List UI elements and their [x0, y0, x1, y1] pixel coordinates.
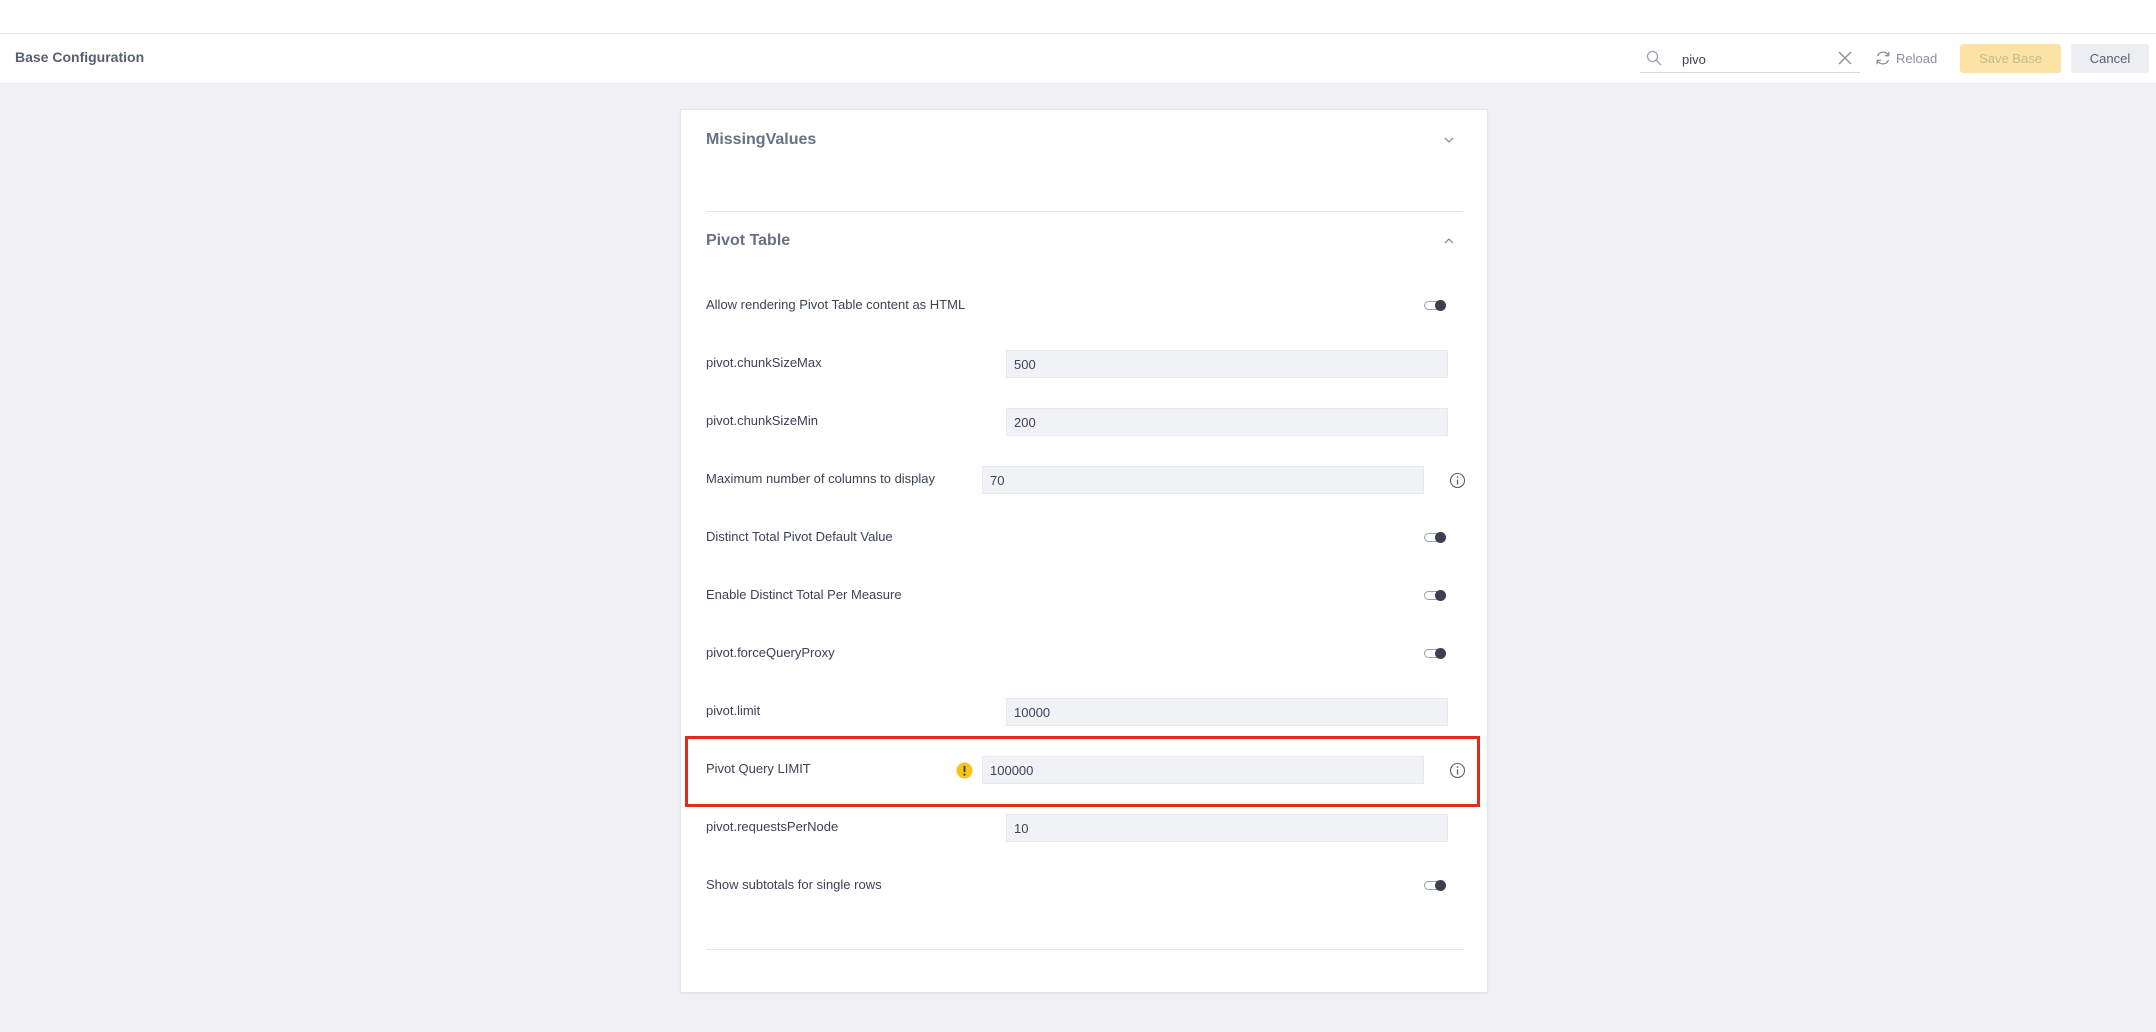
setting-label: Enable Distinct Total Per Measure	[706, 587, 902, 602]
section-header-missing-values[interactable]: MissingValues	[706, 125, 1463, 155]
max-columns-input[interactable]	[982, 466, 1424, 494]
cancel-button[interactable]: Cancel	[2071, 44, 2149, 73]
setting-label: pivot.limit	[706, 703, 761, 718]
section-header-pivot-table[interactable]: Pivot Table	[706, 226, 1463, 256]
setting-row: pivot.chunkSizeMin	[706, 402, 1463, 442]
setting-row: pivot.limit	[706, 692, 1463, 732]
setting-label: Allow rendering Pivot Table content as H…	[706, 297, 966, 312]
chunk-size-max-input[interactable]	[1006, 350, 1448, 378]
setting-row: Maximum number of columns to display	[706, 460, 1466, 500]
setting-row: pivot.chunkSizeMax	[706, 344, 1463, 384]
reload-button[interactable]: Reload	[1874, 46, 1937, 70]
chunk-size-min-input[interactable]	[1006, 408, 1448, 436]
setting-row: pivot.forceQueryProxy	[706, 634, 1463, 674]
reload-label: Reload	[1896, 50, 1938, 66]
requests-per-node-input[interactable]	[1006, 814, 1448, 842]
search-icon	[1646, 50, 1662, 66]
top-strip	[0, 0, 2156, 34]
chevron-down-icon[interactable]	[1443, 134, 1455, 146]
section-title: MissingValues	[706, 131, 817, 148]
section-title: Pivot Table	[706, 232, 791, 249]
setting-label: pivot.requestsPerNode	[706, 819, 839, 834]
info-icon[interactable]	[1449, 762, 1466, 779]
toggle-switch[interactable]	[1424, 300, 1446, 311]
setting-label: Show subtotals for single rows	[706, 877, 882, 892]
save-base-button[interactable]: Save Base	[1960, 44, 2061, 73]
setting-row: Allow rendering Pivot Table content as H…	[706, 286, 1463, 326]
section-divider	[706, 211, 1463, 212]
setting-label: Pivot Query LIMIT	[706, 761, 811, 776]
setting-row: Enable Distinct Total Per Measure	[706, 576, 1463, 616]
toggle-switch[interactable]	[1424, 880, 1446, 891]
info-icon[interactable]	[1449, 472, 1466, 489]
setting-label: pivot.forceQueryProxy	[706, 645, 835, 660]
setting-label: pivot.chunkSizeMin	[706, 413, 818, 428]
setting-label: pivot.chunkSizeMax	[706, 355, 822, 370]
page-title: Base Configuration	[15, 49, 145, 65]
section-divider	[706, 949, 1463, 950]
toggle-switch[interactable]	[1424, 648, 1446, 659]
toggle-switch[interactable]	[1424, 532, 1446, 543]
search-box[interactable]	[1640, 44, 1860, 73]
toggle-switch[interactable]	[1424, 590, 1446, 601]
reload-icon	[1876, 51, 1890, 65]
setting-label: Distinct Total Pivot Default Value	[706, 529, 893, 544]
setting-row: pivot.requestsPerNode	[706, 808, 1463, 848]
chevron-up-icon[interactable]	[1443, 235, 1455, 247]
warning-icon	[956, 762, 973, 779]
pivot-limit-input[interactable]	[1006, 698, 1448, 726]
header-bar: Base Configuration Reload Save Base Canc…	[0, 34, 2156, 84]
setting-row-highlighted: Pivot Query LIMIT	[706, 750, 1466, 790]
setting-row: Show subtotals for single rows	[706, 866, 1463, 906]
configuration-card: MissingValues Pivot Table Allow renderin…	[680, 109, 1488, 993]
search-input[interactable]	[1680, 47, 1834, 71]
pivot-query-limit-input[interactable]	[982, 756, 1424, 784]
close-icon[interactable]	[1838, 51, 1852, 65]
setting-label: Maximum number of columns to display	[706, 471, 936, 486]
setting-row: Distinct Total Pivot Default Value	[706, 518, 1463, 558]
